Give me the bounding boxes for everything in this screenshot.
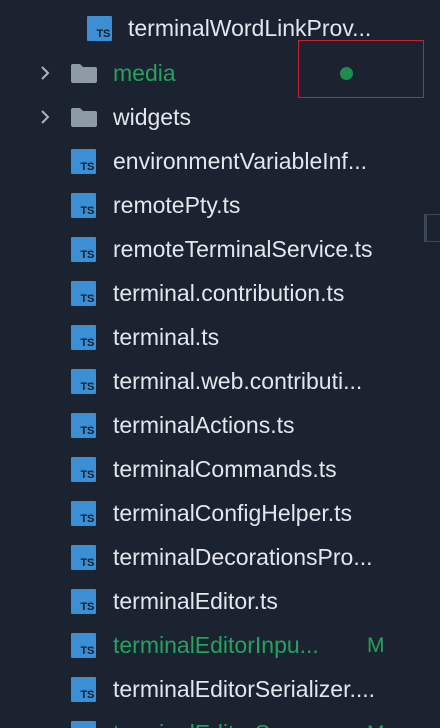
ts-file-icon: TS bbox=[71, 721, 96, 728]
file-label: terminalDecorationsPro... bbox=[113, 544, 373, 570]
file-label: terminalEditorSe... bbox=[113, 720, 358, 728]
file-item[interactable]: TS terminalEditorSerializer.... bbox=[0, 667, 440, 711]
file-item-modified[interactable]: TS terminalEditorInpu... M bbox=[0, 623, 440, 667]
folder-label: widgets bbox=[113, 104, 191, 130]
ts-file-icon: TS bbox=[71, 413, 96, 438]
ts-file-icon: TS bbox=[71, 237, 96, 262]
ts-file-icon: TS bbox=[71, 149, 96, 174]
file-item[interactable]: TS terminalDecorationsPro... bbox=[0, 535, 440, 579]
ts-file-icon: TS bbox=[71, 457, 96, 482]
ts-file-icon: TS bbox=[71, 369, 96, 394]
file-label: terminal.ts bbox=[113, 324, 220, 350]
folder-icon bbox=[71, 108, 97, 127]
file-item[interactable]: TS terminalCommands.ts bbox=[0, 447, 440, 491]
git-modified-badge: M bbox=[367, 720, 385, 728]
file-label: terminalActions.ts bbox=[113, 412, 295, 438]
git-modified-dot bbox=[340, 67, 353, 80]
file-item[interactable]: TS remotePty.ts bbox=[0, 183, 440, 227]
ts-file-icon: TS bbox=[87, 16, 112, 41]
file-item[interactable]: TS terminalActions.ts bbox=[0, 403, 440, 447]
file-item[interactable]: TS terminal.web.contributi... bbox=[0, 359, 440, 403]
file-label: terminalCommands.ts bbox=[113, 456, 337, 482]
file-item-modified[interactable]: TS terminalEditorSe... M bbox=[0, 711, 440, 728]
file-explorer: TS terminalWordLinkProv... media widgets… bbox=[0, 0, 440, 728]
file-label: environmentVariableInf... bbox=[113, 148, 367, 174]
git-modified-badge: M bbox=[367, 634, 385, 657]
file-item[interactable]: TS terminal.ts bbox=[0, 315, 440, 359]
ts-file-icon: TS bbox=[71, 325, 96, 350]
folder-item-widgets[interactable]: widgets bbox=[0, 95, 440, 139]
ts-file-icon: TS bbox=[71, 501, 96, 526]
chevron-right-icon[interactable] bbox=[36, 64, 54, 82]
file-item[interactable]: TS environmentVariableInf... bbox=[0, 139, 440, 183]
file-label: terminal.contribution.ts bbox=[113, 280, 345, 306]
file-item[interactable]: TS remoteTerminalService.ts bbox=[0, 227, 440, 271]
file-label: terminalEditor.ts bbox=[113, 588, 278, 614]
ts-file-icon: TS bbox=[71, 193, 96, 218]
ts-file-icon: TS bbox=[71, 589, 96, 614]
file-item[interactable]: TS terminalConfigHelper.ts bbox=[0, 491, 440, 535]
file-label: remoteTerminalService.ts bbox=[113, 236, 373, 262]
file-item-terminal-word-link-provider[interactable]: TS terminalWordLinkProv... bbox=[0, 6, 440, 50]
file-label: terminalEditorInpu... bbox=[113, 632, 319, 658]
file-item[interactable]: TS terminalEditor.ts bbox=[0, 579, 440, 623]
file-label: terminalConfigHelper.ts bbox=[113, 500, 353, 526]
file-item[interactable]: TS terminal.contribution.ts bbox=[0, 271, 440, 315]
ts-file-icon: TS bbox=[71, 281, 96, 306]
ts-file-icon: TS bbox=[71, 633, 96, 658]
scrollbar-edge[interactable] bbox=[424, 214, 440, 242]
file-label: terminalWordLinkProv... bbox=[128, 15, 372, 41]
folder-item-media[interactable]: media bbox=[0, 51, 440, 95]
file-label: remotePty.ts bbox=[113, 192, 241, 218]
folder-label: media bbox=[113, 60, 176, 86]
folder-icon bbox=[71, 64, 97, 83]
ts-file-icon: TS bbox=[71, 545, 96, 570]
ts-file-icon: TS bbox=[71, 677, 96, 702]
file-label: terminalEditorSerializer.... bbox=[113, 676, 376, 702]
chevron-right-icon[interactable] bbox=[36, 108, 54, 126]
file-label: terminal.web.contributi... bbox=[113, 368, 363, 394]
